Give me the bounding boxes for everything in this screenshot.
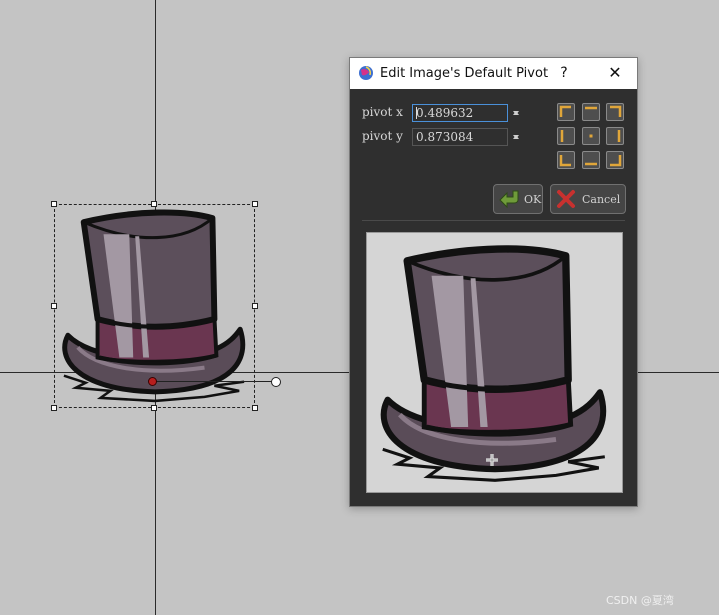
ok-label: OK (524, 193, 542, 206)
cancel-button[interactable]: Cancel (550, 184, 626, 214)
anchor-bottom-center-button[interactable] (582, 151, 600, 169)
cancel-x-icon (557, 190, 575, 208)
ok-button[interactable]: OK (493, 184, 543, 214)
cancel-label: Cancel (582, 193, 621, 206)
anchor-center-button[interactable] (582, 127, 600, 145)
edge-bottom-icon (585, 162, 597, 166)
pivot-x-label: pivot x (362, 105, 403, 119)
anchor-bottom-left-button[interactable] (557, 151, 575, 169)
anchor-top-right-button[interactable] (606, 103, 624, 121)
resize-handle-bottom-left[interactable] (51, 405, 57, 411)
pivot-y-label: pivot y (362, 129, 403, 143)
dialog-titlebar[interactable]: Edit Image's Default Pivot ? ✕ (350, 58, 637, 89)
pivot-preview-panel[interactable] (366, 232, 623, 493)
spin-down-icon[interactable] (510, 111, 522, 122)
pivot-y-spinner[interactable] (510, 128, 522, 146)
anchor-middle-left-button[interactable] (557, 127, 575, 145)
pivot-crosshair-icon[interactable] (485, 453, 499, 467)
corner-top-left-icon (559, 105, 571, 117)
watermark: CSDN @夏湾 (606, 594, 674, 607)
pivot-y-input[interactable]: 0.873084 (412, 128, 508, 146)
edit-pivot-dialog: Edit Image's Default Pivot ? ✕ pivot x 0… (349, 57, 638, 507)
edge-top-icon (585, 106, 597, 110)
resize-handle-left[interactable] (51, 303, 57, 309)
pivot-x-input[interactable]: 0.489632 (412, 104, 508, 122)
anchor-bottom-right-button[interactable] (606, 151, 624, 169)
corner-top-right-icon (610, 105, 622, 117)
anchor-top-center-button[interactable] (582, 103, 600, 121)
anchor-top-left-button[interactable] (557, 103, 575, 121)
ok-arrow-icon (499, 190, 519, 209)
resize-handle-bottom-right[interactable] (252, 405, 258, 411)
rotation-handle[interactable] (271, 377, 281, 387)
resize-handle-top-right[interactable] (252, 201, 258, 207)
rotation-arm (154, 381, 272, 382)
center-dot-icon (589, 134, 593, 138)
corner-bottom-left-icon (559, 155, 571, 167)
close-button[interactable]: ✕ (605, 62, 625, 84)
resize-handle-top-left[interactable] (51, 201, 57, 207)
anchor-middle-right-button[interactable] (606, 127, 624, 145)
pivot-x-spinner[interactable] (510, 104, 522, 122)
edge-right-icon (617, 130, 621, 142)
resize-handle-top[interactable] (151, 201, 157, 207)
resize-handle-right[interactable] (252, 303, 258, 309)
preview-hat-image (373, 241, 617, 489)
dialog-title: Edit Image's Default Pivot (380, 66, 549, 81)
app-globe-icon (359, 66, 373, 80)
edge-left-icon (560, 130, 564, 142)
spin-down-icon[interactable] (510, 135, 522, 146)
resize-handle-bottom[interactable] (151, 405, 157, 411)
corner-bottom-right-icon (610, 155, 622, 167)
separator (362, 220, 625, 221)
pivot-marker[interactable] (148, 377, 157, 386)
help-button[interactable]: ? (556, 62, 572, 84)
